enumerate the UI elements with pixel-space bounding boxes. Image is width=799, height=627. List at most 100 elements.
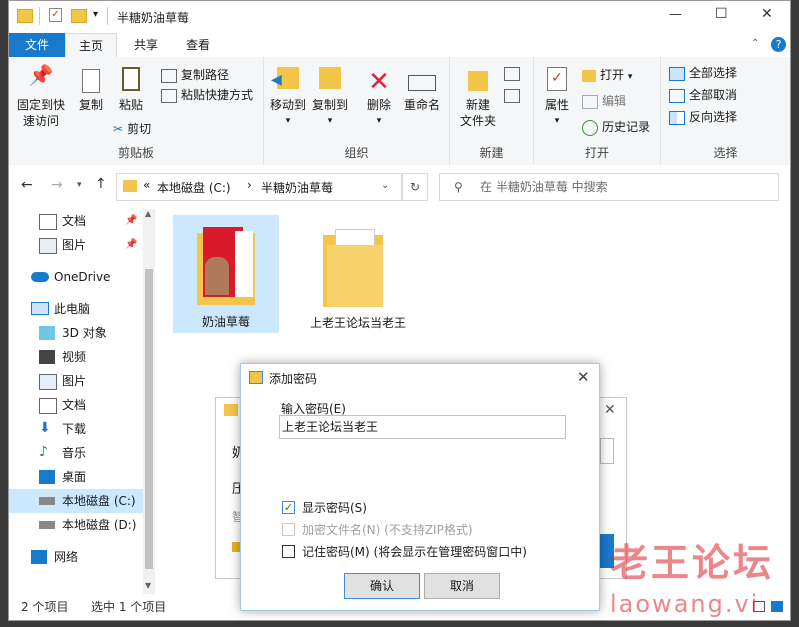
- scroll-down-icon[interactable]: ▼: [145, 581, 151, 590]
- sidebar-item-local-disk-d[interactable]: 本地磁盘 (D:): [9, 513, 143, 537]
- collapse-ribbon-icon[interactable]: ⌃: [751, 38, 759, 49]
- dropdown[interactable]: [600, 438, 614, 464]
- select-all-button[interactable]: 全部选择: [669, 63, 737, 83]
- paste-label: 粘贴: [118, 98, 143, 112]
- sidebar-item-this-pc[interactable]: 此电脑: [9, 297, 143, 321]
- forward-arrow-icon[interactable]: →: [51, 177, 63, 193]
- sidebar-item-pictures[interactable]: 图片: [9, 369, 143, 393]
- document-icon: [39, 398, 57, 414]
- edit-icon: [582, 94, 598, 109]
- easy-access-icon[interactable]: [504, 89, 520, 103]
- dialog-title-bar: 添加密码 ✕: [241, 364, 599, 392]
- delete-label: 删除: [366, 98, 391, 112]
- paste-button[interactable]: 粘贴: [113, 67, 149, 113]
- breadcrumb-drive[interactable]: 本地磁盘 (C:): [157, 179, 231, 196]
- group-organize: ◀ 移动到 ▾ 复制到 ▾ ✕ 删除 ▾ 重命名 组织: [264, 57, 450, 165]
- show-password-checkbox[interactable]: ✓: [282, 501, 295, 514]
- group-label-clipboard: 剪贴板: [117, 146, 154, 160]
- pin-quick-access-button[interactable]: 📌 固定到快 速访问: [13, 65, 69, 129]
- close-button[interactable]: ✕: [761, 6, 773, 22]
- file-item[interactable]: 上老王论坛当老王: [305, 215, 411, 345]
- sidebar-item-documents-pinned[interactable]: 文档 📌: [9, 209, 143, 233]
- address-dropdown-icon[interactable]: ⌄: [381, 180, 389, 191]
- help-icon[interactable]: ?: [771, 37, 786, 52]
- refresh-icon[interactable]: ↻: [402, 173, 428, 201]
- search-icon: ⚲: [454, 180, 463, 194]
- new-folder-button[interactable]: 新建 文件夹: [456, 67, 500, 129]
- copy-path-icon: [161, 68, 177, 83]
- search-placeholder: 在 半糖奶油草莓 中搜索: [480, 180, 608, 194]
- sidebar-item-music[interactable]: ♪ 音乐: [9, 441, 143, 465]
- properties-label: 属性: [544, 98, 569, 112]
- minimize-button[interactable]: —: [669, 7, 682, 22]
- delete-button[interactable]: ✕ 删除 ▾: [362, 67, 396, 129]
- sidebar-item-local-disk-c[interactable]: 本地磁盘 (C:): [9, 489, 143, 513]
- remember-password-checkbox[interactable]: [282, 545, 295, 558]
- copy-button[interactable]: 复制: [71, 67, 111, 113]
- folder-icon[interactable]: [17, 9, 33, 23]
- encrypt-filenames-checkbox[interactable]: [282, 523, 295, 536]
- pin-icon: 📌: [125, 215, 138, 226]
- sidebar-item-desktop[interactable]: 桌面: [9, 465, 143, 489]
- scrollbar-thumb[interactable]: [145, 269, 153, 569]
- window-title: 半糖奶油草莓: [117, 11, 190, 25]
- select-none-button[interactable]: 全部取消: [669, 85, 737, 105]
- copy-path-button[interactable]: 复制路径: [161, 65, 229, 85]
- new-folder-quick-icon[interactable]: [71, 9, 87, 23]
- breadcrumb-overflow[interactable]: «: [143, 178, 150, 192]
- close-icon[interactable]: ✕: [604, 402, 616, 418]
- large-icons-view-icon[interactable]: [771, 601, 783, 612]
- copy-to-label: 复制到: [311, 98, 348, 112]
- scroll-up-icon[interactable]: ▲: [145, 209, 151, 218]
- sidebar-item-pictures-pinned[interactable]: 图片 📌: [9, 233, 143, 257]
- cube-icon: [39, 326, 55, 340]
- cut-button[interactable]: ✂ 剪切: [113, 119, 151, 139]
- sidebar-item-videos[interactable]: 视频: [9, 345, 143, 369]
- search-box[interactable]: ⚲ 在 半糖奶油草莓 中搜索: [439, 173, 779, 201]
- history-button[interactable]: 历史记录: [582, 117, 650, 137]
- copy-to-icon: [310, 67, 350, 97]
- back-arrow-icon[interactable]: ←: [21, 177, 33, 193]
- paste-shortcut-button[interactable]: 粘贴快捷方式: [161, 85, 253, 105]
- address-bar[interactable]: « 本地磁盘 (C:) › 半糖奶油草莓 ⌄: [116, 173, 402, 201]
- dialog-close-icon[interactable]: ✕: [577, 368, 590, 386]
- customize-toolbar-icon[interactable]: ▾: [93, 9, 98, 20]
- tab-home[interactable]: 主页: [65, 33, 117, 58]
- group-clipboard: 📌 固定到快 速访问 复制 粘贴 复制路径 粘贴快捷方式 ✂ 剪切 剪贴板: [9, 57, 264, 165]
- invert-selection-button[interactable]: 反向选择: [669, 107, 737, 127]
- download-arrow-icon: ⬇: [39, 420, 51, 436]
- sidebar-item-network[interactable]: 网络: [9, 545, 143, 569]
- recent-locations-icon[interactable]: ▾: [77, 180, 82, 190]
- divider: [107, 7, 108, 25]
- properties-button[interactable]: ✓ 属性 ▾: [540, 67, 574, 129]
- sidebar-item-documents[interactable]: 文档: [9, 393, 143, 417]
- tab-view[interactable]: 查看: [173, 33, 223, 57]
- breadcrumb-separator[interactable]: ›: [247, 178, 252, 192]
- sidebar-scrollbar[interactable]: ▲ ▼: [143, 209, 155, 594]
- watermark-title: 老王论坛: [610, 541, 775, 585]
- cancel-button[interactable]: 取消: [424, 573, 500, 599]
- breadcrumb-folder[interactable]: 半糖奶油草莓: [261, 179, 333, 196]
- sidebar-item-onedrive[interactable]: OneDrive: [9, 265, 143, 289]
- properties-quick-icon[interactable]: ✓: [49, 8, 62, 22]
- group-label-new: 新建: [479, 146, 504, 160]
- maximize-button[interactable]: ☐: [715, 6, 728, 22]
- open-button[interactable]: 打开 ▾: [582, 65, 632, 85]
- music-note-icon: ♪: [39, 444, 48, 460]
- copy-to-button[interactable]: 复制到 ▾: [310, 67, 350, 129]
- delete-x-icon: ✕: [368, 67, 390, 97]
- rename-button[interactable]: 重命名: [400, 67, 444, 113]
- tab-share[interactable]: 共享: [121, 33, 171, 57]
- password-input[interactable]: 上老王论坛当老王: [279, 415, 566, 439]
- sidebar-item-downloads[interactable]: ⬇ 下载: [9, 417, 143, 441]
- move-to-button[interactable]: ◀ 移动到 ▾: [268, 67, 308, 129]
- new-item-icon[interactable]: [504, 67, 520, 81]
- edit-button[interactable]: 编辑: [582, 91, 626, 111]
- open-folder-icon: [582, 69, 596, 82]
- rename-icon: [400, 67, 444, 97]
- up-arrow-icon[interactable]: ↑: [95, 176, 107, 192]
- tab-file[interactable]: 文件: [9, 33, 65, 57]
- file-item-selected[interactable]: 奶油草莓: [173, 215, 279, 333]
- ok-button[interactable]: 确认: [344, 573, 420, 599]
- sidebar-item-3d-objects[interactable]: 3D 对象: [9, 321, 143, 345]
